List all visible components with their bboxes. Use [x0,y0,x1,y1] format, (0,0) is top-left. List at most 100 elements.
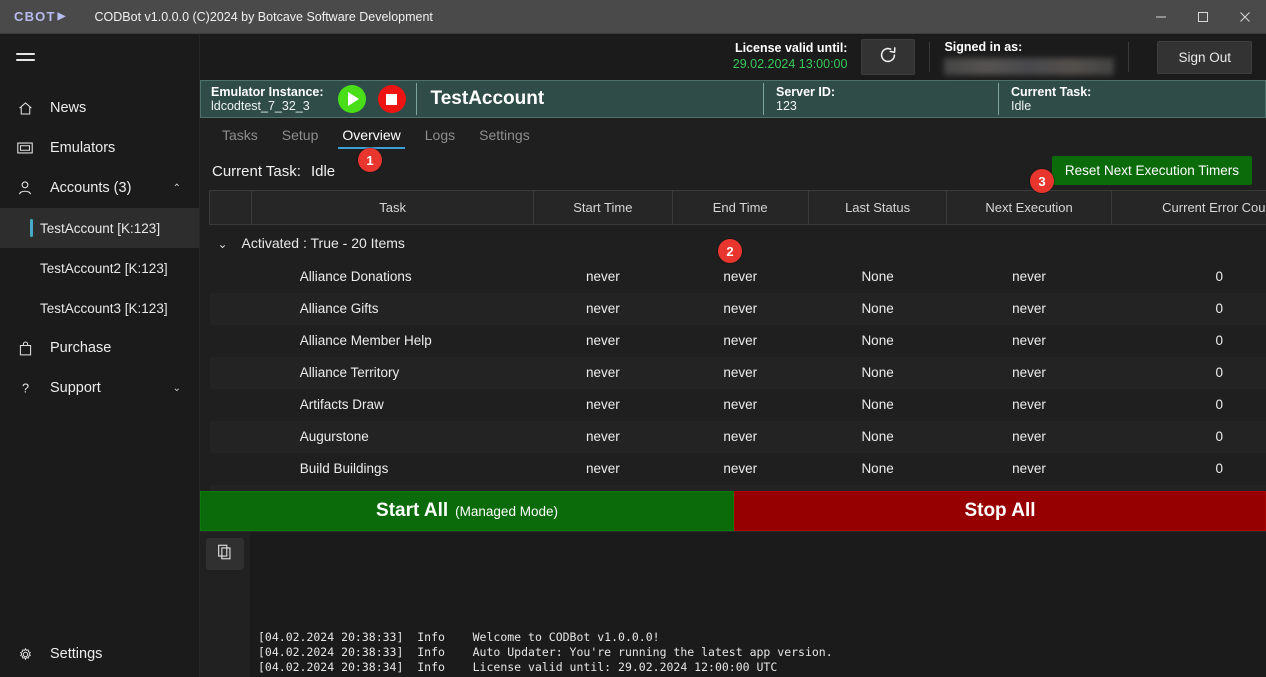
home-icon [14,100,36,117]
person-icon [14,179,36,197]
sidebar-item-testaccount[interactable]: TestAccount [K:123] [0,208,199,248]
row-task: Alliance Donations [252,261,534,293]
row-expander-cell [210,453,252,485]
tab-tasks[interactable]: Tasks [212,122,268,149]
row-error-count: 0 [1111,325,1266,357]
sidebar-item-label: Support [50,380,101,396]
window-controls [1140,0,1266,34]
refresh-license-button[interactable] [861,39,915,75]
header-divider [929,42,930,72]
table-row[interactable]: Alliance Donations never never None neve… [210,261,1266,293]
tab-setup[interactable]: Setup [272,122,329,149]
log-line: [04.02.2024 20:38:33] Info Auto Updater:… [258,645,1262,660]
log-side-toolbar [200,532,250,677]
tab-overview[interactable]: Overview [332,122,410,149]
minimize-icon[interactable] [1140,0,1182,34]
current-task-label: Current Task: [1011,85,1265,99]
row-next-execution: never [947,325,1111,357]
emulator-controls [332,81,416,117]
row-expander-cell [210,421,252,453]
server-id-info: Server ID: 123 [764,81,998,117]
current-task-row-value: Idle [311,163,335,180]
col-current-error-count[interactable]: Current Error Count [1111,191,1266,225]
table-row[interactable]: Alliance Member Help never never None ne… [210,325,1266,357]
row-expander-cell [210,261,252,293]
emulator-instance-label: Emulator Instance: [211,85,324,99]
account-header-bar: License valid until: 29.02.2024 13:00:00… [200,34,1266,80]
stop-all-label: Stop All [964,500,1035,522]
sidebar-item-accounts[interactable]: Accounts (3) ⌃ [0,168,199,208]
license-label: License valid until: [733,41,848,57]
copy-log-button[interactable] [206,538,244,570]
reset-next-execution-timers-button[interactable]: Reset Next Execution Timers [1052,156,1252,185]
sidebar-item-testaccount2[interactable]: TestAccount2 [K:123] [0,248,199,288]
license-info: License valid until: 29.02.2024 13:00:00 [733,41,848,72]
close-icon[interactable] [1224,0,1266,34]
play-icon [348,92,359,106]
start-all-button[interactable]: Start All (Managed Mode) [200,491,734,531]
row-expander-cell [210,325,252,357]
row-last-status: None [808,325,947,357]
row-start-time: never [534,389,673,421]
log-output[interactable]: [04.02.2024 20:38:33] Info Welcome to CO… [250,532,1266,677]
chevron-up-icon: ⌃ [173,183,181,194]
table-row[interactable]: Augurstone never never None never 0 0 [210,421,1266,453]
col-expander[interactable] [210,191,252,225]
col-end-time[interactable]: End Time [672,191,808,225]
row-start-time: never [534,421,673,453]
signed-in-label: Signed in as: [944,40,1114,55]
chevron-down-icon[interactable]: ⌄ [218,237,242,251]
row-end-time: never [672,421,808,453]
row-last-status: None [808,261,947,293]
table-row[interactable]: Build Buildings never never None never 0… [210,453,1266,485]
log-line: [04.02.2024 20:38:34] Info License valid… [258,660,1262,675]
hamburger-icon [16,49,35,64]
title-bar: CBOT▶ CODBot v1.0.0.0 (C)2024 by Botcave… [0,0,1266,34]
start-all-sublabel: (Managed Mode) [455,504,558,519]
question-icon: ? [14,380,36,397]
monitor-icon [14,139,36,157]
row-error-count: 0 [1111,389,1266,421]
sidebar-item-settings[interactable]: Settings [0,631,199,677]
row-task: Alliance Territory [252,357,534,389]
tab-logs[interactable]: Logs [415,122,465,149]
row-expander-cell [210,357,252,389]
sidebar-item-news[interactable]: News [0,88,199,128]
stop-all-button[interactable]: Stop All [734,491,1266,531]
table-row[interactable]: Artifacts Draw never never None never 0 … [210,389,1266,421]
row-last-status: None [808,389,947,421]
col-start-time[interactable]: Start Time [534,191,673,225]
row-last-status: None [808,293,947,325]
sidebar-item-support[interactable]: ? Support ⌄ [0,368,199,408]
col-task[interactable]: Task [252,191,534,225]
app-logo-text: CBOT [14,9,56,24]
chevron-down-icon: ⌄ [173,383,181,394]
row-error-count: 0 [1111,293,1266,325]
refresh-icon [877,44,899,71]
sidebar-account-label: TestAccount3 [K:123] [40,301,168,316]
account-name-text: TestAccount [431,88,545,110]
table-row[interactable]: Alliance Gifts never never None never 0 … [210,293,1266,325]
menu-toggle-button[interactable] [0,34,199,80]
license-value: 29.02.2024 13:00:00 [733,57,848,73]
current-task-value: Idle [1011,99,1265,113]
sidebar-item-emulators[interactable]: Emulators [0,128,199,168]
stop-emulator-button[interactable] [378,85,406,113]
logo-triangle-icon: ▶ [58,11,67,22]
row-end-time: never [672,261,808,293]
tab-settings[interactable]: Settings [469,122,540,149]
maximize-icon[interactable] [1182,0,1224,34]
row-end-time: never [672,389,808,421]
table-row[interactable]: Alliance Territory never never None neve… [210,357,1266,389]
sidebar-item-testaccount3[interactable]: TestAccount3 [K:123] [0,288,199,328]
signed-in-info: Signed in as: [944,40,1114,75]
sidebar-item-purchase[interactable]: Purchase [0,328,199,368]
col-last-status[interactable]: Last Status [808,191,947,225]
start-emulator-button[interactable] [338,85,366,113]
tasks-table-header-row: Task Start Time End Time Last Status Nex… [210,191,1266,225]
col-next-execution[interactable]: Next Execution [947,191,1111,225]
sign-out-button[interactable]: Sign Out [1157,41,1252,74]
signed-in-email-redacted [944,58,1114,75]
row-task: Build Buildings [252,453,534,485]
task-group-label: Activated : True - 20 Items [242,235,405,251]
